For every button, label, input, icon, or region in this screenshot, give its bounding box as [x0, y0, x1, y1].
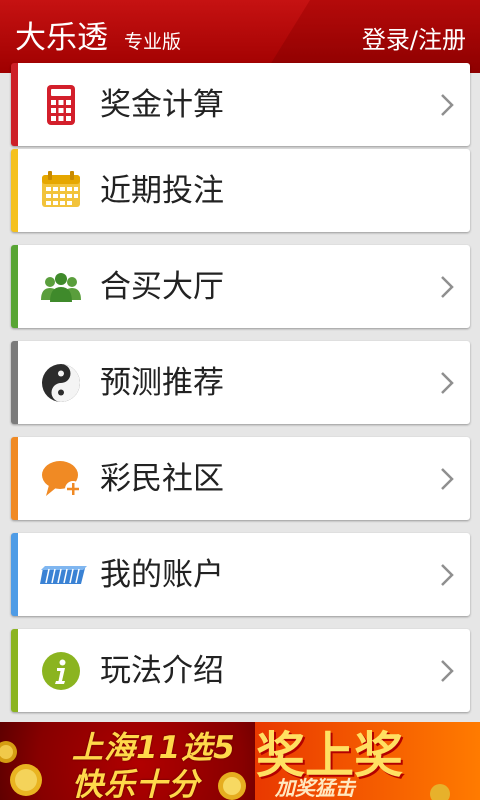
banner-tagline: 加奖猛击 — [275, 776, 355, 800]
menu-item-label: 奖金计算 — [100, 87, 224, 123]
calendar-icon — [40, 170, 82, 212]
menu-item-group-buy-hall[interactable]: 合买大厅 — [11, 245, 470, 328]
chevron-right-icon — [438, 562, 456, 588]
chat-bubble-icon — [40, 458, 82, 500]
menu-item-label: 我的账户 — [100, 557, 224, 593]
chevron-right-icon — [438, 658, 456, 684]
menu-item-label: 预测推荐 — [100, 365, 224, 401]
menu-item-prize-calculator[interactable]: 奖金计算 — [11, 63, 470, 146]
calculator-icon — [40, 84, 82, 126]
menu-item-label: 玩法介绍 — [100, 653, 224, 689]
chevron-right-icon — [438, 370, 456, 396]
menu-item-label: 近期投注 — [100, 173, 224, 209]
app-title: 大乐透 — [15, 20, 108, 56]
menu-item-my-account[interactable]: 我的账户 — [11, 533, 470, 616]
banner-game-line1: 上海11选5 — [72, 730, 236, 766]
menu-item-rules[interactable]: 玩法介绍 — [11, 629, 470, 712]
wallet-icon — [40, 554, 87, 596]
info-icon — [40, 650, 82, 692]
yin-yang-icon — [40, 362, 82, 404]
banner-game-line2: 快乐十分 — [72, 767, 200, 800]
menu-item-label: 合买大厅 — [100, 269, 224, 305]
chevron-right-icon — [438, 466, 456, 492]
menu-item-community[interactable]: 彩民社区 — [11, 437, 470, 520]
menu-item-predictions[interactable]: 预测推荐 — [11, 341, 470, 424]
login-register-button[interactable]: 登录/注册 — [362, 24, 466, 56]
chevron-right-icon — [438, 274, 456, 300]
group-icon — [40, 266, 82, 308]
promo-banner[interactable]: 上海11选5 快乐十分 奖上奖 加奖猛击 — [0, 722, 480, 800]
app-subtitle: 专业版 — [124, 31, 182, 53]
menu-item-label: 彩民社区 — [100, 461, 224, 497]
menu-item-recent-bets[interactable]: 近期投注 — [11, 149, 470, 232]
chevron-right-icon — [438, 92, 456, 118]
